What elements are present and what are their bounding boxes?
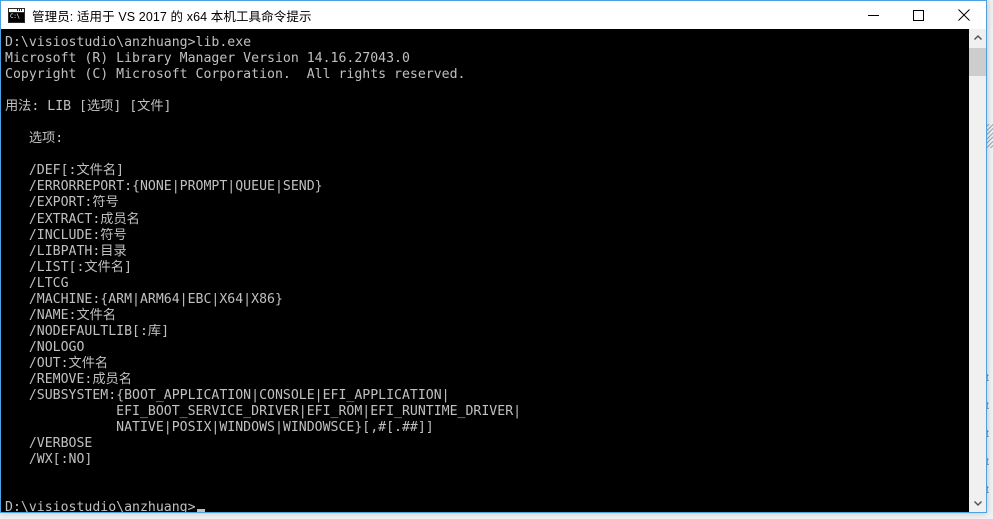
chevron-up-icon — [973, 35, 982, 40]
console-line: /DEF[:文件名] — [5, 163, 124, 179]
console-line: /SUBSYSTEM:{BOOT_APPLICATION|CONSOLE|EFI… — [5, 388, 450, 404]
console-line: /ERRORREPORT:{NONE|PROMPT|QUEUE|SEND} — [5, 179, 323, 195]
console-line: /EXPORT:符号 — [5, 195, 119, 211]
console-scrollbar[interactable] — [969, 29, 986, 512]
close-icon — [957, 9, 970, 21]
console-line: /NOLOGO — [5, 339, 85, 355]
cmd-console-icon: C:\ — [8, 7, 25, 23]
console-line: /INCLUDE:符号 — [5, 227, 127, 243]
cmd-icon-text: C:\ — [9, 12, 24, 22]
console-line: NATIVE|POSIX|WINDOWS|WINDOWSCE}[,#[.##]] — [5, 420, 434, 436]
console-line: /EXTRACT:成员名 — [5, 211, 140, 227]
console-line: Microsoft (R) Library Manager Version 14… — [5, 51, 410, 67]
minimize-button[interactable] — [851, 1, 896, 29]
scrollbar-up-arrow[interactable] — [969, 29, 986, 46]
maximize-button[interactable] — [896, 1, 941, 29]
console-line: /WX[:NO] — [5, 452, 93, 468]
console-body: D:\visiostudio\anzhuang>lib.exe Microsoft… — [1, 29, 986, 512]
scrollbar-down-arrow[interactable] — [969, 495, 986, 512]
console-line: /LIBPATH:目录 — [5, 243, 127, 259]
text-cursor — [196, 509, 205, 512]
console-line: /LTCG — [5, 275, 69, 291]
console-line: 选项: — [5, 131, 64, 147]
console-prompt: D:\visiostudio\anzhuang> — [5, 500, 196, 512]
title-bar[interactable]: C:\ 管理员: 适用于 VS 2017 的 x64 本机工具命令提示 — [1, 1, 986, 29]
console-output[interactable]: D:\visiostudio\anzhuang>lib.exe Microsoft… — [1, 29, 969, 512]
console-line: D:\visiostudio\anzhuang>lib.exe — [5, 35, 252, 50]
window-controls — [851, 1, 986, 29]
console-line: /VERBOSE — [5, 436, 93, 452]
console-line: /REMOVE:成员名 — [5, 371, 132, 387]
console-line: Copyright (C) Microsoft Corporation. All… — [5, 67, 466, 83]
console-line: /OUT:文件名 — [5, 355, 109, 371]
window-title: 管理员: 适用于 VS 2017 的 x64 本机工具命令提示 — [32, 9, 312, 24]
maximize-icon — [913, 9, 924, 21]
console-line: /NODEFAULTLIB[:库] — [5, 323, 170, 339]
console-line: /NAME:文件名 — [5, 307, 117, 323]
command-prompt-window: C:\ 管理员: 适用于 VS 2017 的 x64 本机工具命令提示 D:\v… — [0, 0, 987, 513]
close-button[interactable] — [941, 1, 986, 29]
console-line: /LIST[:文件名] — [5, 259, 132, 275]
console-line: /MACHINE:{ARM|ARM64|EBC|X64|X86} — [5, 291, 283, 307]
chevron-down-icon — [973, 501, 982, 506]
minimize-icon — [868, 14, 879, 16]
console-prompt-line: D:\visiostudio\anzhuang> — [5, 500, 969, 512]
console-line: 用法: LIB [选项] [文件] — [5, 99, 172, 115]
console-line: EFI_BOOT_SERVICE_DRIVER|EFI_ROM|EFI_RUNT… — [5, 404, 522, 420]
scrollbar-thumb[interactable] — [969, 48, 986, 76]
scrollbar-track[interactable] — [969, 46, 986, 495]
